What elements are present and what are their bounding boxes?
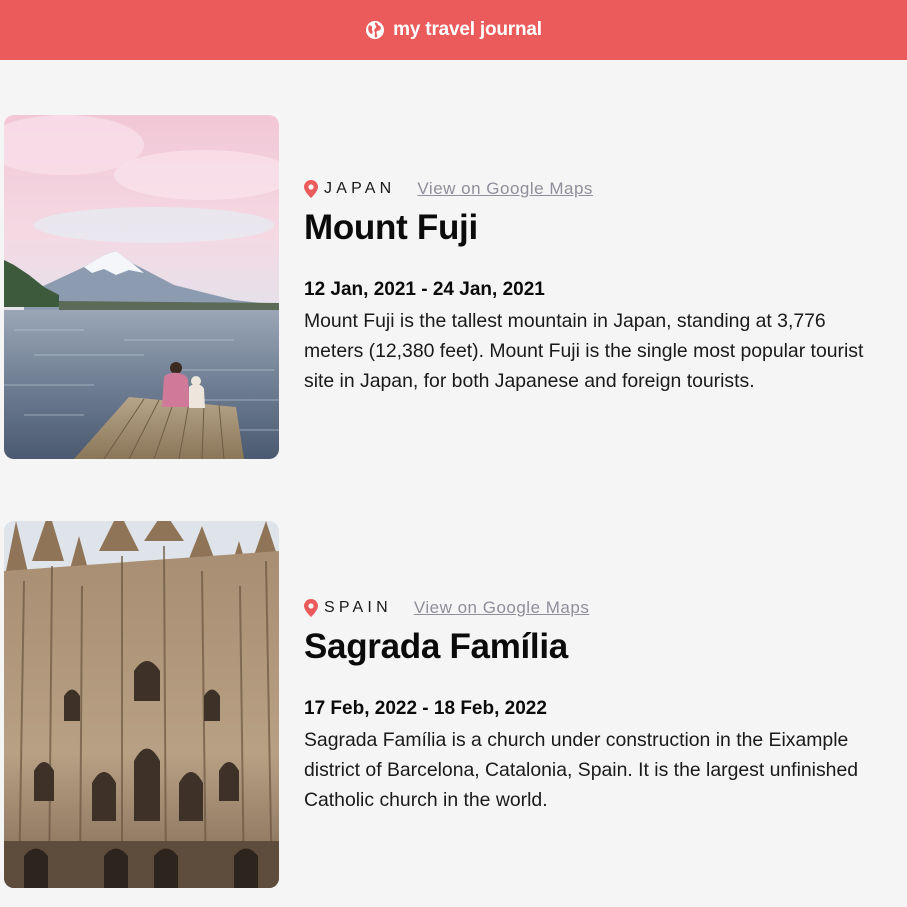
entry-title: Mount Fuji [304,208,478,247]
entry-description: Mount Fuji is the tallest mountain in Ja… [304,310,864,392]
location-row: JAPAN View on Google Maps [304,178,894,200]
location-row: SPAIN View on Google Maps [304,597,894,619]
app-header: my travel journal [0,0,907,60]
entry-photo-mount-fuji [4,115,279,459]
journal-entry: SPAIN View on Google Maps Sagrada Famíli… [4,521,904,889]
entry-country: SPAIN [324,599,392,616]
globe-icon [366,21,385,39]
entry-dates: 12 Jan, 2021 - 24 Jan, 2021 [304,279,545,300]
journal-entry: JAPAN View on Google Maps Mount Fuji 12 … [4,115,904,460]
entry-info: JAPAN View on Google Maps Mount Fuji 12 … [304,178,894,396]
location-pin-icon [304,180,318,198]
entry-description: Sagrada Família is a church under constr… [304,729,859,811]
entry-country: JAPAN [324,180,396,197]
entry-dates: 17 Feb, 2022 - 18 Feb, 2022 [304,698,547,719]
entry-title: Sagrada Família [304,627,568,666]
app-title: my travel journal [393,19,542,40]
entry-info: SPAIN View on Google Maps Sagrada Famíli… [304,597,894,815]
view-on-google-maps-link[interactable]: View on Google Maps [417,179,593,199]
entry-photo-sagrada-familia [4,521,279,888]
location-pin-icon [304,599,318,617]
view-on-google-maps-link[interactable]: View on Google Maps [414,598,590,618]
